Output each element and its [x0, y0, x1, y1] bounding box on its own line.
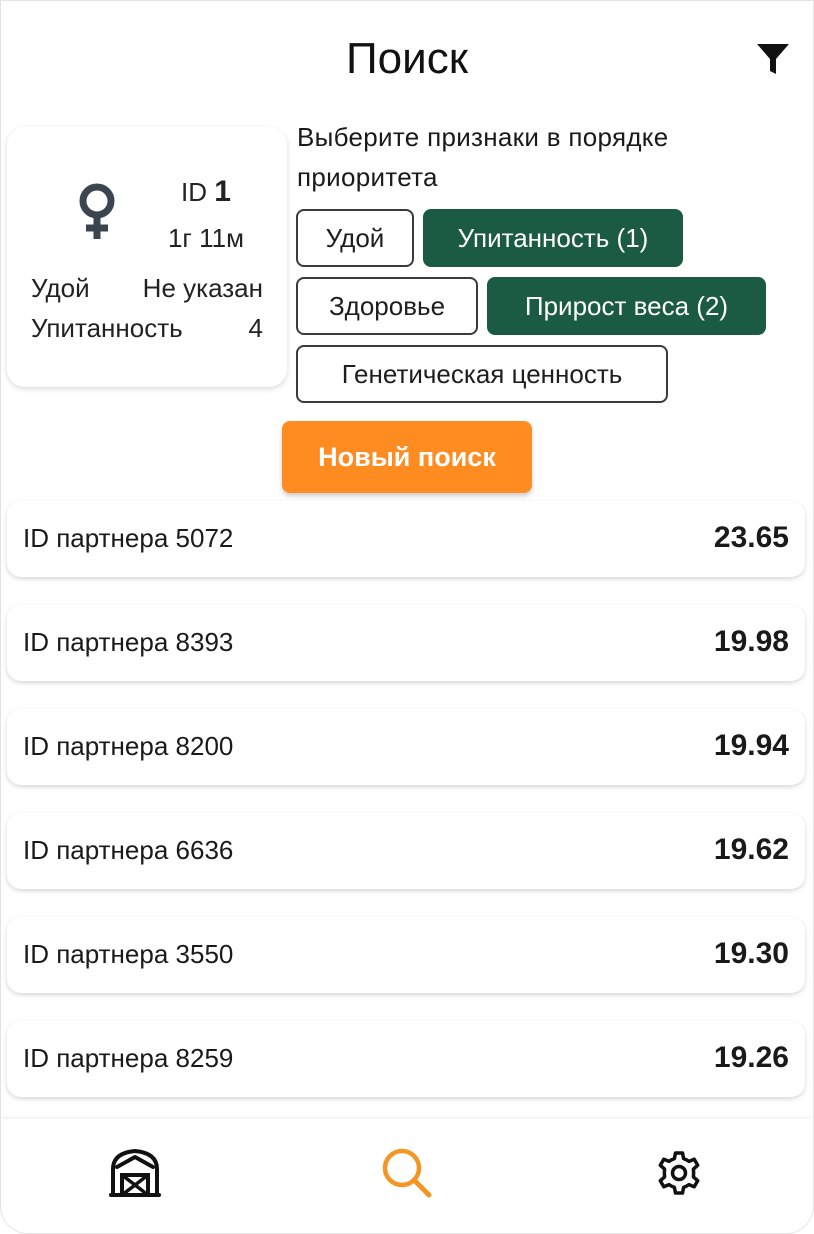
result-row[interactable]: ID партнера 6636 19.62 — [7, 813, 805, 889]
trait-chip-prirost-vesa[interactable]: Прирост веса (2) — [487, 277, 766, 335]
result-partner-id: ID партнера 8393 — [23, 627, 234, 657]
trait-chip-upitannost[interactable]: Упитанность (1) — [423, 209, 683, 267]
filter-button[interactable] — [753, 39, 793, 79]
result-row[interactable]: ID партнера 8393 19.98 — [7, 605, 805, 681]
animal-id-value: 1 — [214, 175, 231, 208]
filter-icon — [757, 44, 789, 74]
stat-label: Удой — [31, 273, 90, 303]
result-partner-id: ID партнера 5072 — [23, 523, 234, 553]
result-partner-id: ID партнера 3550 — [23, 939, 234, 969]
result-row[interactable]: ID партнера 8200 19.94 — [7, 709, 805, 785]
result-partner-id: ID партнера 6636 — [23, 835, 234, 865]
result-partner-id: ID партнера 8259 — [23, 1043, 234, 1073]
result-score: 19.98 — [713, 625, 789, 658]
bottom-nav — [1, 1119, 813, 1233]
animal-age: 1г 11м — [167, 223, 245, 253]
stat-value: 4 — [248, 313, 263, 343]
page-title: Поиск — [346, 34, 468, 83]
result-score: 19.26 — [713, 1041, 789, 1074]
trait-chip-udoi[interactable]: Удой — [296, 209, 414, 267]
female-icon — [69, 181, 125, 248]
result-score: 19.94 — [713, 729, 789, 762]
search-icon — [382, 1148, 432, 1198]
stat-row-upitannost: Упитанность 4 — [31, 313, 263, 344]
result-score: 23.65 — [713, 521, 789, 554]
result-row[interactable]: ID партнера 8259 19.26 — [7, 1021, 805, 1097]
stat-label: Упитанность — [31, 313, 183, 343]
animal-card[interactable] — [7, 127, 287, 387]
traits-hint: Выберите признаки в порядке приоритета — [297, 122, 669, 192]
nav-farm-button[interactable] — [107, 1145, 163, 1201]
new-search-button[interactable]: Новый поиск — [282, 421, 532, 493]
nav-settings-button[interactable] — [651, 1145, 707, 1201]
app-screen: Поиск ID 1 1г 11м Удой Не указан Упитанн… — [0, 0, 814, 1234]
gear-icon — [658, 1151, 700, 1195]
result-score: 19.62 — [713, 833, 789, 866]
barn-icon — [109, 1149, 161, 1197]
header: Поиск — [1, 1, 813, 113]
trait-chip-zdorovie[interactable]: Здоровье — [296, 277, 478, 335]
animal-id: ID 1 — [151, 175, 261, 209]
stat-value: Не указан — [142, 273, 263, 303]
nav-search-button[interactable] — [379, 1145, 435, 1201]
result-row[interactable]: ID партнера 5072 23.65 — [7, 501, 805, 577]
result-row[interactable]: ID партнера 3550 19.30 — [7, 917, 805, 993]
result-partner-id: ID партнера 8200 — [23, 731, 234, 761]
trait-chip-geneticheskaya-cennost[interactable]: Генетическая ценность — [296, 345, 668, 403]
animal-id-label: ID — [181, 177, 208, 207]
result-score: 19.30 — [713, 937, 789, 970]
stat-row-udoi: Удой Не указан — [31, 273, 263, 304]
